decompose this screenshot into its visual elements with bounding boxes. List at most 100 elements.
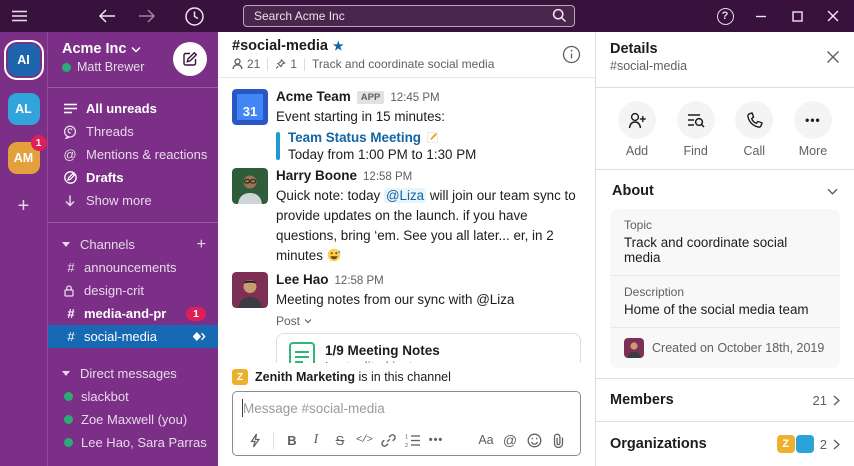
- shortcuts-lightning-icon[interactable]: [243, 428, 267, 452]
- post-attachment-card[interactable]: 1/9 Meeting Notes Last edited just now: [276, 333, 581, 363]
- channels-section-header[interactable]: Channels +: [48, 233, 218, 256]
- more-formatting-button[interactable]: •••: [424, 428, 448, 452]
- sweat-smile-emoji: [327, 248, 341, 262]
- sidebar-item-mentions-reactions[interactable]: @ Mentions & reactions: [48, 143, 218, 166]
- star-icon[interactable]: ★: [333, 39, 344, 53]
- message-text: Event starting in 15 minutes:: [276, 107, 581, 127]
- channel-name[interactable]: #social-media: [232, 38, 328, 54]
- message-timestamp[interactable]: 12:58 PM: [363, 171, 412, 185]
- ellipsis-icon: •••: [794, 101, 832, 139]
- about-section-header[interactable]: About: [596, 170, 854, 209]
- add-people-button[interactable]: Add: [618, 101, 656, 158]
- emoji-button[interactable]: [522, 428, 546, 452]
- message-sender[interactable]: Acme Team: [276, 89, 351, 105]
- organizations-row[interactable]: Organizations Z 2: [596, 422, 854, 466]
- workspace-rail: AI AL AM 1 +: [0, 32, 48, 466]
- creator-avatar: [624, 338, 644, 358]
- mention-button[interactable]: @: [498, 428, 522, 452]
- search-input[interactable]: [243, 5, 575, 27]
- sidebar-dm-lee-hao-sara-parras[interactable]: Lee Hao, Sara Parras: [48, 431, 218, 454]
- person-icon: [232, 58, 243, 70]
- chevron-down-icon: [304, 318, 312, 324]
- search-bar[interactable]: [243, 5, 575, 27]
- strikethrough-button[interactable]: S: [328, 428, 352, 452]
- hash-icon: #: [64, 306, 78, 321]
- topic-section[interactable]: Topic Track and coordinate social media: [610, 209, 840, 276]
- member-count[interactable]: 21: [232, 57, 260, 71]
- link-button[interactable]: [376, 428, 400, 452]
- minimize-button[interactable]: [748, 3, 774, 29]
- forward-button[interactable]: [138, 9, 156, 23]
- unread-badge: 1: [186, 307, 206, 321]
- workspace-header[interactable]: Acme Inc Matt Brewer: [48, 32, 218, 88]
- sidebar-channel-media-and-pr[interactable]: # media-and-pr 1: [48, 302, 218, 325]
- sidebar-item-drafts[interactable]: Drafts: [48, 166, 218, 189]
- post-document-icon: [289, 342, 315, 363]
- sidebar-dm-slackbot[interactable]: slackbot: [48, 385, 218, 408]
- presence-dot: [64, 438, 73, 447]
- close-window-button[interactable]: [820, 3, 846, 29]
- text-format-button[interactable]: Aa: [474, 428, 498, 452]
- message-text: Quick note: today @Liza will join our te…: [276, 186, 581, 266]
- message-input[interactable]: [233, 392, 580, 425]
- new-message-button[interactable]: [173, 42, 207, 76]
- acme-org-icon: [796, 435, 814, 453]
- channel-topic[interactable]: Track and coordinate social media: [312, 57, 494, 71]
- sidebar-channel-design-crit[interactable]: design-crit: [48, 279, 218, 302]
- message-timestamp[interactable]: 12:58 PM: [335, 275, 384, 289]
- close-details-button[interactable]: [826, 50, 840, 64]
- pinned-count[interactable]: 1: [275, 57, 297, 71]
- lee-hao-avatar[interactable]: [232, 272, 268, 308]
- compose-icon: [182, 51, 198, 67]
- find-button[interactable]: Find: [677, 101, 715, 158]
- sidebar-channel-announcements[interactable]: # announcements: [48, 256, 218, 279]
- sidebar-dm-zoe-maxwell[interactable]: Zoe Maxwell (you): [48, 408, 218, 431]
- acme-team-app-avatar[interactable]: 31: [232, 89, 268, 125]
- call-button[interactable]: Call: [735, 101, 773, 158]
- workspace-switcher-al[interactable]: AL: [8, 93, 40, 125]
- user-mention[interactable]: @Liza: [384, 188, 426, 203]
- created-text: Created on October 18th, 2019: [652, 341, 824, 355]
- members-row[interactable]: Members 21: [596, 379, 854, 421]
- channel-info-button[interactable]: [562, 45, 581, 64]
- sidebar-item-threads[interactable]: Threads: [48, 120, 218, 143]
- post-type-label[interactable]: Post: [276, 314, 581, 328]
- sidebar-item-all-unreads[interactable]: All unreads: [48, 97, 218, 120]
- workspace-switcher-acme-inc[interactable]: AI: [8, 44, 40, 76]
- context-app-name: Zenith Marketing: [255, 370, 355, 384]
- bold-button[interactable]: B: [280, 428, 304, 452]
- description-value: Home of the social media team: [624, 302, 826, 317]
- back-button[interactable]: [98, 9, 116, 23]
- message-sender[interactable]: Harry Boone: [276, 168, 357, 184]
- event-attachment: Team Status Meeting Today from 1:00 PM t…: [276, 130, 581, 162]
- code-button[interactable]: </>: [352, 428, 376, 452]
- text-caret: [242, 399, 243, 417]
- attachment-title[interactable]: 1/9 Meeting Notes: [325, 343, 440, 358]
- presence-dot: [64, 392, 73, 401]
- harry-boone-avatar[interactable]: [232, 168, 268, 204]
- italic-button[interactable]: I: [304, 428, 328, 452]
- sidebar-item-show-more[interactable]: Show more: [48, 189, 218, 212]
- app-menu-icon[interactable]: [12, 10, 27, 22]
- composer-toolbar: B I S </> 12 ••• Aa @: [233, 425, 580, 455]
- channel-header: #social-media ★ 21 1 Track and coordinat…: [218, 32, 595, 78]
- details-channel-name: #social-media: [610, 59, 840, 73]
- message-sender[interactable]: Lee Hao: [276, 272, 329, 288]
- workspace-switcher-am[interactable]: AM 1: [8, 142, 40, 174]
- ordered-list-button[interactable]: 12: [400, 428, 424, 452]
- unreads-icon: [62, 103, 78, 114]
- add-channel-button[interactable]: +: [197, 236, 206, 254]
- add-workspace-button[interactable]: +: [18, 196, 30, 216]
- message-composer[interactable]: B I S </> 12 ••• Aa @: [232, 391, 581, 456]
- description-section[interactable]: Description Home of the social media tea…: [610, 276, 840, 328]
- message-timestamp[interactable]: 12:45 PM: [390, 92, 439, 106]
- more-actions-button[interactable]: ••• More: [794, 101, 832, 158]
- help-button[interactable]: ?: [712, 3, 738, 29]
- event-link[interactable]: Team Status Meeting: [288, 130, 421, 145]
- maximize-button[interactable]: [784, 3, 810, 29]
- organizations-count: 2: [820, 437, 827, 452]
- dm-section-header[interactable]: Direct messages: [48, 362, 218, 385]
- attach-file-button[interactable]: [546, 428, 570, 452]
- history-icon[interactable]: [184, 6, 205, 27]
- sidebar-channel-social-media[interactable]: # social-media: [48, 325, 218, 348]
